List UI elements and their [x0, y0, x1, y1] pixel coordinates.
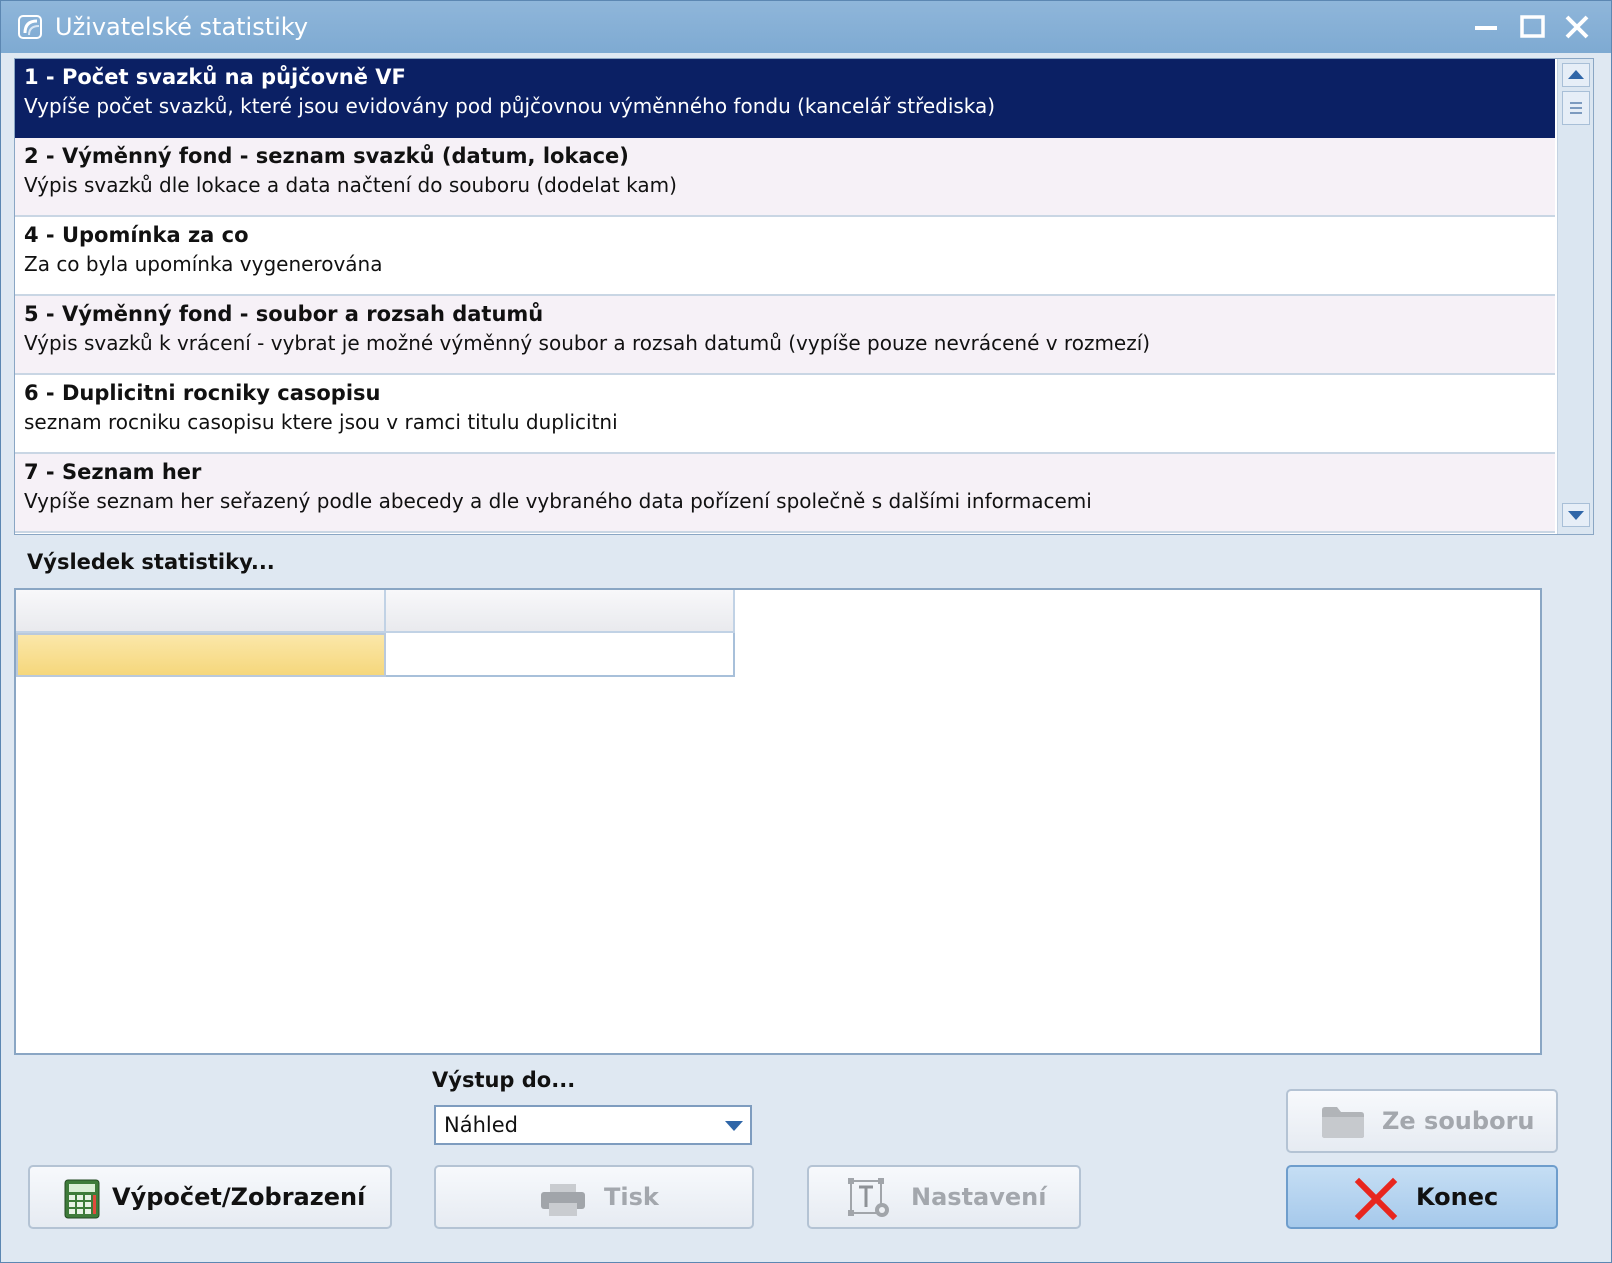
scroll-up-arrow-icon[interactable] — [1562, 63, 1590, 87]
list-item-7[interactable]: 7 - Seznam her Vypíše seznam her seřazen… — [15, 454, 1555, 533]
calculate-button-label: Výpočet/Zobrazení — [112, 1183, 366, 1211]
list-item-description: seznam rocniku casopisu ktere jsou v ram… — [24, 410, 618, 434]
list-scrollbar[interactable] — [1557, 59, 1593, 534]
maximize-icon[interactable] — [1517, 11, 1549, 43]
from-file-button[interactable]: Ze souboru — [1286, 1089, 1558, 1153]
grid-column-header[interactable] — [386, 590, 735, 633]
list-item-description: Vypíše počet svazků, které jsou evidován… — [24, 94, 996, 118]
list-item-title: 7 - Seznam her — [24, 460, 202, 484]
close-button[interactable]: Konec — [1286, 1165, 1558, 1229]
list-item-1[interactable]: 1 - Počet svazků na půjčovně VF Vypíše p… — [15, 59, 1555, 138]
result-grid[interactable] — [14, 588, 1542, 1055]
grid-column-header[interactable] — [16, 590, 386, 633]
list-item-2[interactable]: 2 - Výměnný fond - seznam svazků (datum,… — [15, 138, 1555, 217]
result-heading: Výsledek statistiky... — [27, 550, 275, 574]
close-icon[interactable] — [1561, 11, 1593, 43]
settings-button-label: Nastavení — [911, 1183, 1047, 1211]
statistics-list[interactable]: 1 - Počet svazků na půjčovně VF Vypíše p… — [14, 58, 1594, 535]
output-select[interactable]: Náhled — [434, 1105, 752, 1145]
folder-icon — [1322, 1107, 1364, 1138]
window-title: Uživatelské statistiky — [55, 13, 309, 41]
list-item-title: 2 - Výměnný fond - seznam svazků (datum,… — [24, 144, 629, 168]
grid-cell-selected[interactable] — [16, 633, 386, 677]
list-item-title: 5 - Výměnný fond - soubor a rozsah datum… — [24, 302, 544, 326]
list-item-5[interactable]: 5 - Výměnný fond - soubor a rozsah datum… — [15, 296, 1555, 375]
title-bar[interactable]: Uživatelské statistiky — [1, 1, 1611, 53]
close-button-label: Konec — [1416, 1183, 1499, 1211]
from-file-button-label: Ze souboru — [1382, 1107, 1535, 1135]
list-item-6[interactable]: 6 - Duplicitni rocniky casopisu seznam r… — [15, 375, 1555, 454]
app-logo-icon — [18, 15, 42, 39]
list-item-description: Výpis svazků k vrácení - vybrat je možné… — [24, 331, 1151, 355]
list-item-4[interactable]: 4 - Upomínka za co Za co byla upomínka v… — [15, 217, 1555, 296]
text-settings-icon — [848, 1178, 889, 1217]
list-item-description: Výpis svazků dle lokace a data načtení d… — [24, 173, 677, 197]
calculator-icon — [64, 1179, 100, 1219]
output-label: Výstup do... — [432, 1068, 576, 1092]
minimize-icon[interactable] — [1471, 11, 1503, 43]
list-item-description: Vypíše seznam her seřazený podle abecedy… — [24, 489, 1092, 513]
list-item-title: 4 - Upomínka za co — [24, 223, 249, 247]
list-item-description: Za co byla upomínka vygenerována — [24, 252, 383, 276]
grip-icon — [1570, 102, 1582, 114]
list-item-title: 6 - Duplicitni rocniky casopisu — [24, 381, 381, 405]
print-button[interactable]: Tisk — [434, 1165, 754, 1229]
chevron-down-icon[interactable] — [724, 1119, 744, 1133]
list-item-title: 1 - Počet svazků na půjčovně VF — [24, 65, 406, 89]
output-selected-value: Náhled — [444, 1113, 518, 1137]
grid-cell[interactable] — [386, 633, 735, 677]
printer-icon — [541, 1184, 585, 1216]
close-x-icon — [1354, 1177, 1398, 1221]
calculate-button[interactable]: Výpočet/Zobrazení — [28, 1165, 392, 1229]
settings-button[interactable]: Nastavení — [807, 1165, 1081, 1229]
scroll-down-arrow-icon[interactable] — [1562, 503, 1590, 527]
print-button-label: Tisk — [604, 1183, 659, 1211]
statistics-window: Uživatelské statistiky 1 - Počet svazků … — [0, 0, 1612, 1263]
scrollbar-thumb[interactable] — [1562, 91, 1590, 125]
